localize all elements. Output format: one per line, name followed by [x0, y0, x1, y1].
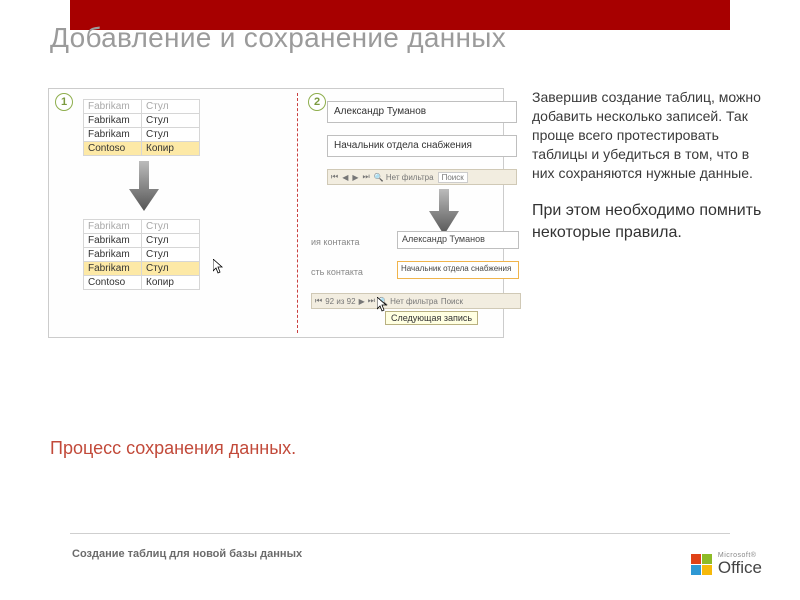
search-label: Поиск: [441, 297, 463, 306]
record-navbar-2: ⏮ 92 из 92 ▶ ⏭ 🔍 Нет фильтра Поиск: [311, 293, 521, 309]
form-value-contact-name: Александр Туманов: [397, 231, 519, 249]
description-text: Завершив создание таблиц, можно добавить…: [532, 88, 762, 262]
arrow-down-icon: [129, 161, 159, 211]
footer-divider: [70, 533, 730, 534]
badge-step-2: 2: [308, 93, 326, 111]
search-label: Поиск: [438, 172, 468, 183]
record-navbar-1: ⏮ ◀ ▶ ⏭ 🔍 Нет фильтра Поиск: [327, 169, 517, 185]
form-label-contact-title: сть контакта: [311, 267, 363, 277]
process-caption: Процесс сохранения данных.: [50, 438, 296, 459]
nav-last-icon: ⏭: [368, 296, 375, 306]
separator-dashed: [297, 93, 298, 333]
page-title: Добавление и сохранение данных: [50, 22, 506, 54]
nav-first-icon: ⏮: [315, 296, 322, 306]
office-logo: Microsoft® Office: [691, 552, 762, 576]
form-label-contact-name: ия контакта: [311, 237, 360, 247]
tooltip-next-record: Следующая запись: [385, 311, 478, 325]
footer-text: Создание таблиц для новой базы данных: [72, 548, 302, 560]
nofilter-label: 🔍 Нет фильтра: [374, 173, 434, 182]
paragraph-1: Завершив создание таблиц, можно добавить…: [532, 88, 762, 182]
nav-next-icon: ▶: [359, 297, 365, 306]
office-tiles-icon: [691, 554, 712, 575]
nav-first-icon: ⏮: [331, 172, 338, 182]
form-field-title: Начальник отдела снабжения: [327, 135, 517, 157]
form-value-contact-title: Начальник отдела снабжения: [397, 261, 519, 279]
form-field-name: Александр Туманов: [327, 101, 517, 123]
cursor-icon: [213, 259, 224, 275]
record-counter: 92 из 92: [325, 297, 355, 306]
logo-office: Office: [718, 559, 762, 576]
paragraph-2: При этом необходимо помнить некоторые пр…: [532, 200, 762, 243]
illustration-figure: 1 2 FabrikamСтул FabrikamСтул FabrikamСт…: [48, 88, 504, 338]
nav-last-icon: ⏭: [363, 172, 370, 182]
nav-prev-icon: ◀: [342, 173, 348, 182]
sample-table-before: FabrikamСтул FabrikamСтул FabrikamСтул C…: [83, 99, 200, 156]
nav-next-icon: ▶: [352, 173, 358, 182]
badge-step-1: 1: [55, 93, 73, 111]
sample-table-after: FabrikamСтул FabrikamСтул FabrikamСтул F…: [83, 219, 200, 290]
